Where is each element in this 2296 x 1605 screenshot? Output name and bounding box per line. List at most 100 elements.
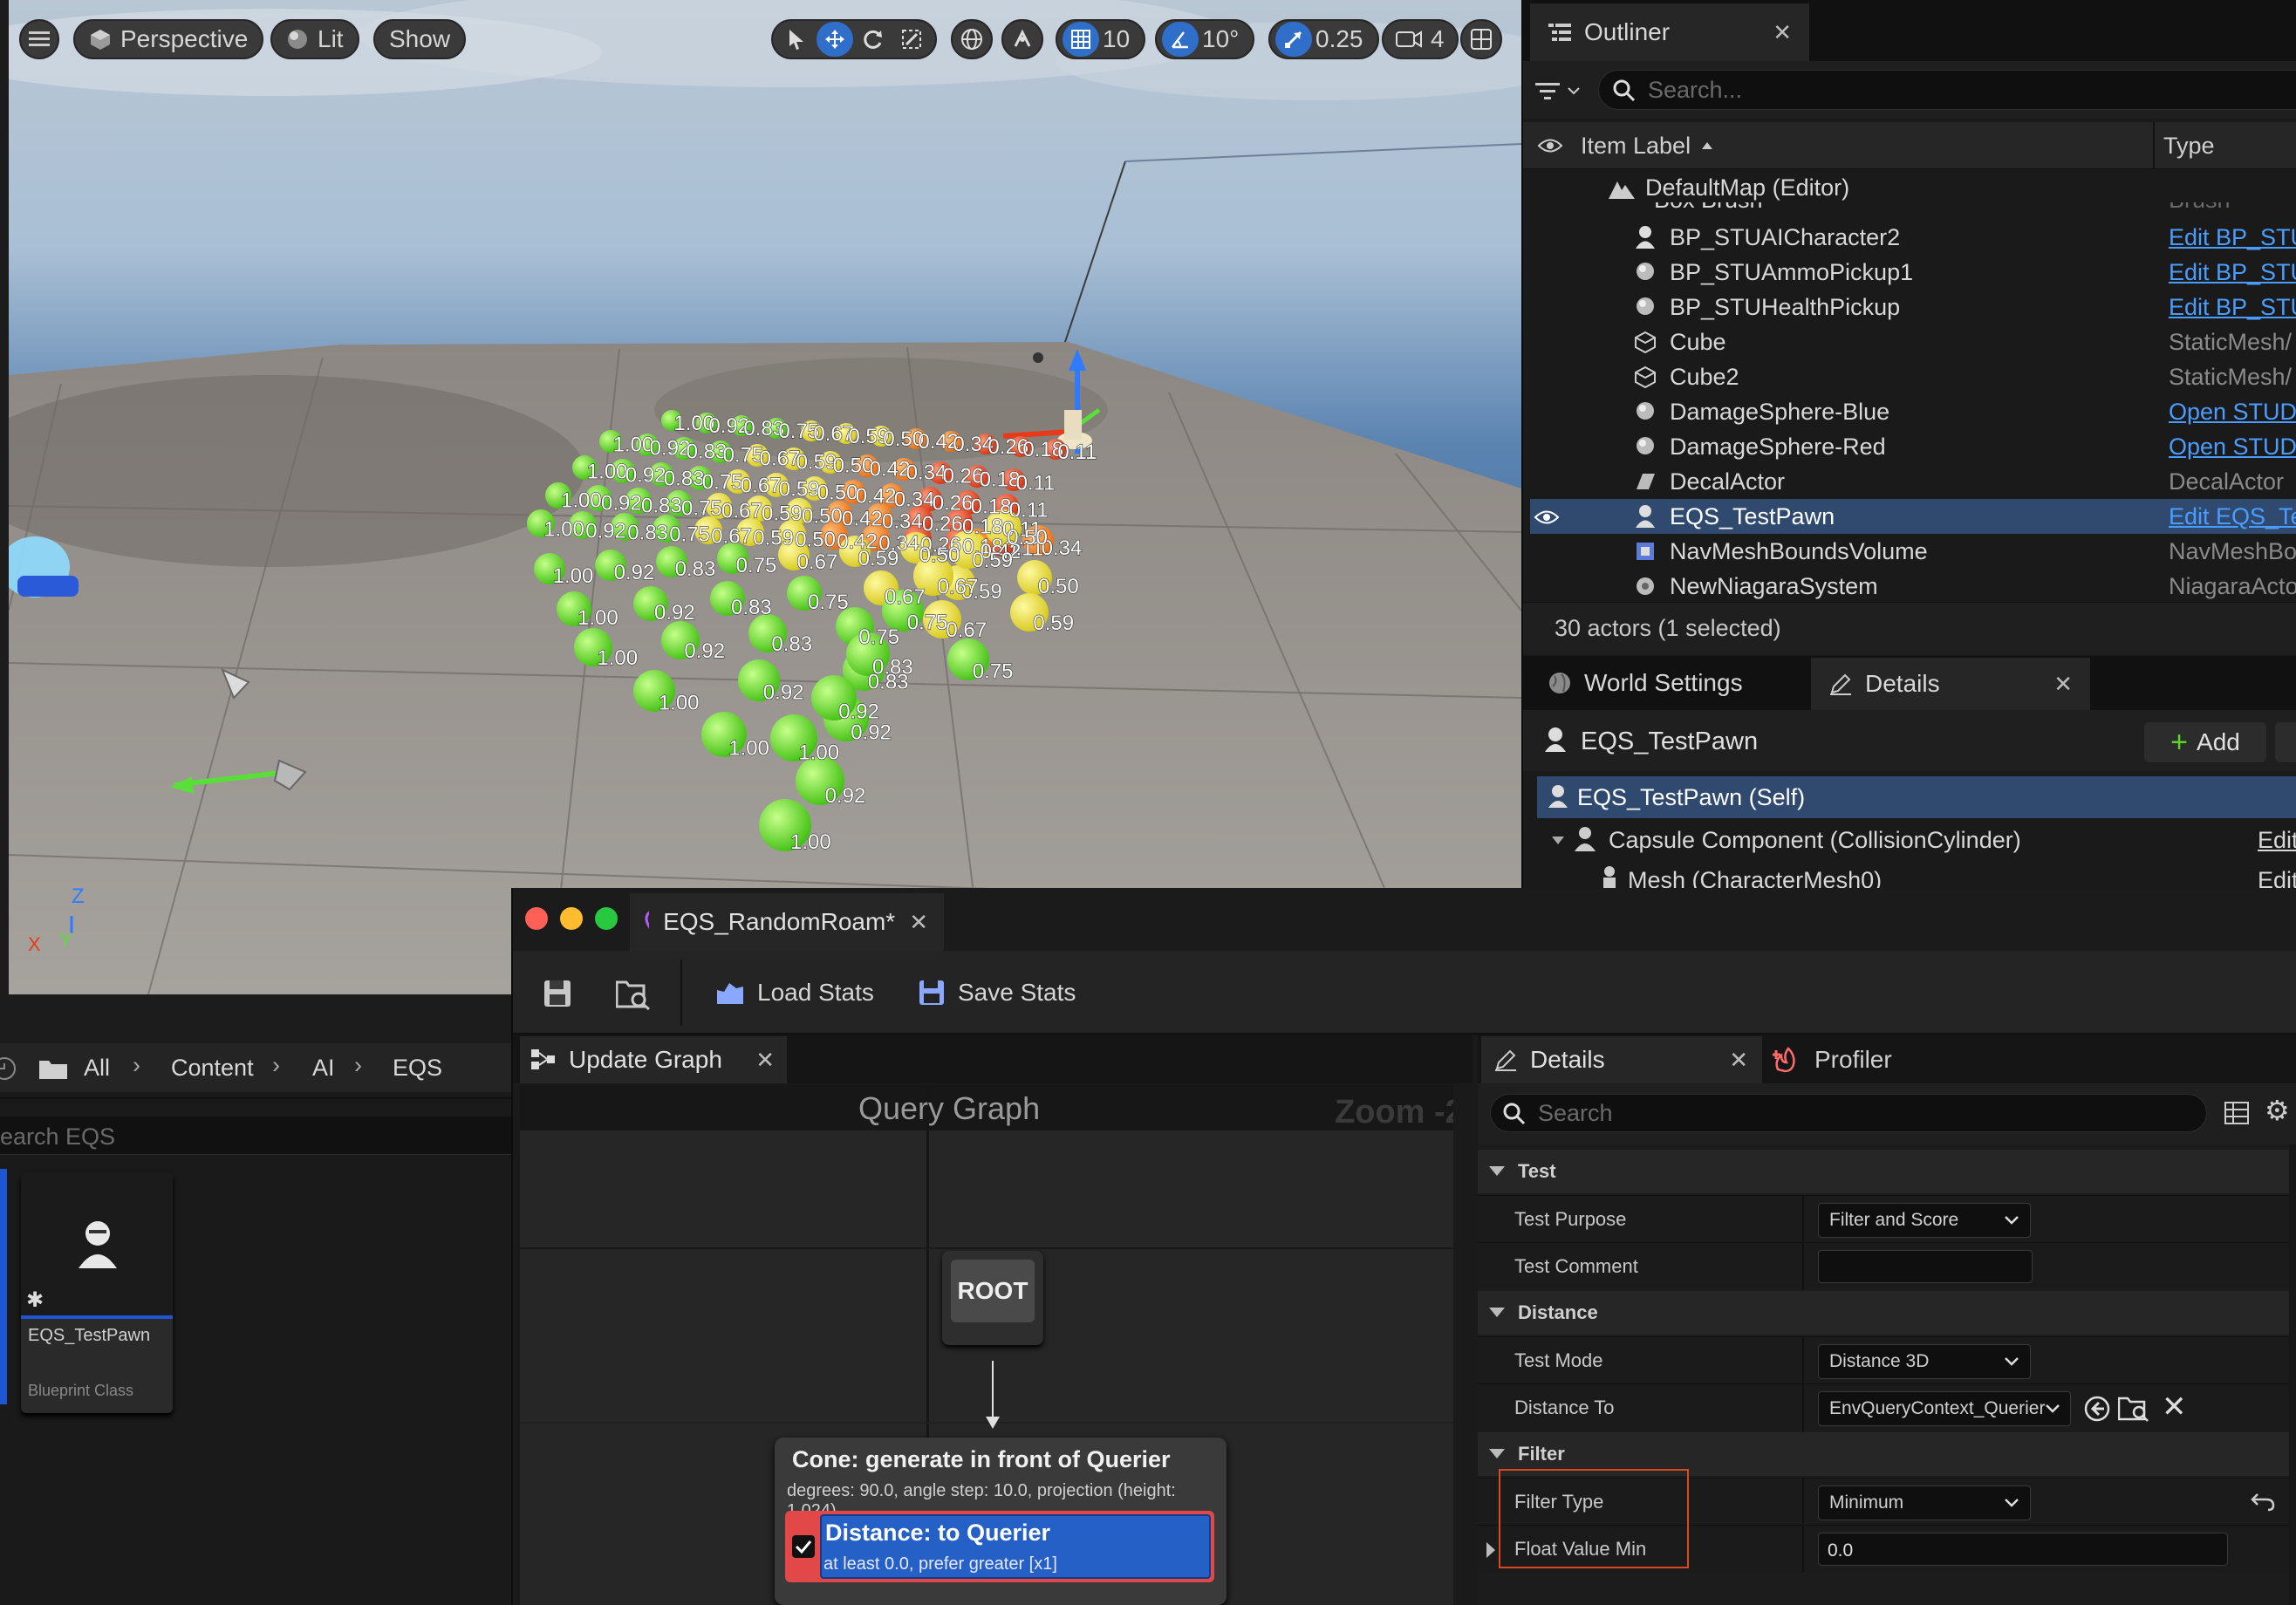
outliner-search-input[interactable]: Search... — [1598, 70, 2296, 110]
outliner-row[interactable]: DamageSphere-Blue Open STUD — [1523, 394, 2296, 429]
section-test[interactable]: Test — [1478, 1150, 2296, 1193]
chevron-down-icon[interactable] — [1551, 836, 1565, 846]
outliner-item-type[interactable]: Open STUD — [2169, 399, 2296, 426]
outliner-item-type[interactable]: Edit BP_STU — [2169, 224, 2296, 251]
table-view-icon[interactable] — [2224, 1101, 2251, 1125]
tab-update-graph[interactable]: Update Graph ✕ — [520, 1036, 787, 1083]
save-icon[interactable] — [543, 979, 572, 1008]
outliner-row[interactable]: NavMeshBoundsVolume NavMeshBo — [1523, 534, 2296, 569]
outliner-row[interactable]: BP_STUHealthPickup Edit BP_STU — [1523, 290, 2296, 324]
level-viewport[interactable]: 1.00 0.92 0.83 0.75 0.67 0.59 0.50 0.42 0.34 0.26… — [0, 0, 1521, 994]
test-mode-dropdown[interactable]: Distance 3D — [1818, 1344, 2031, 1379]
root-node[interactable]: ROOT — [942, 1251, 1043, 1345]
add-component-button[interactable]: + Add — [2144, 722, 2266, 762]
use-selected-icon[interactable] — [2083, 1395, 2111, 1423]
test-purpose-dropdown[interactable]: Filter and Score — [1818, 1203, 2031, 1238]
rotation-snap-toggle[interactable] — [1162, 22, 1199, 57]
grid-snap-toggle[interactable] — [1063, 22, 1099, 57]
outliner-item-type[interactable]: Edit BP_STU — [2169, 259, 2296, 286]
chevron-right-icon[interactable] — [1485, 1541, 1497, 1559]
tab-eqs-randomroam[interactable]: EQS_RandomRoam* ✕ — [630, 893, 944, 951]
outliner-row[interactable]: BP_STUAmmoPickup1 Edit BP_STU — [1523, 255, 2296, 290]
col-type[interactable]: Type — [2163, 133, 2215, 160]
component-row-self[interactable]: EQS_TestPawn (Self) — [1537, 776, 2296, 818]
viewport-scene[interactable]: 1.000.920.830.750.670.590.500.420.340.26… — [9, 0, 1521, 994]
float-min-input[interactable]: 0.0 — [1818, 1533, 2228, 1566]
col-item-label[interactable]: Item Label — [1581, 133, 1691, 160]
test-comment-input[interactable] — [1818, 1250, 2033, 1283]
scale-snap-group[interactable]: 0.25 — [1268, 19, 1379, 59]
chevron-down-icon — [2005, 1216, 2019, 1225]
tab-eqs-details[interactable]: Details ✕ — [1481, 1036, 1762, 1083]
viewport-layout-button[interactable] — [1460, 19, 1502, 59]
rotation-snap-group[interactable]: 10° — [1155, 19, 1255, 59]
generator-node[interactable]: Cone: generate in front of Querier degre… — [775, 1438, 1227, 1605]
browse-folder-icon[interactable] — [616, 977, 651, 1010]
eye-icon[interactable] — [1534, 506, 1560, 533]
show-button[interactable]: Show — [373, 19, 467, 59]
outliner-row[interactable]: Cube StaticMesh/ — [1523, 324, 2296, 359]
breadcrumb-eqs[interactable]: EQS — [393, 1055, 442, 1082]
perspective-button[interactable]: Perspective — [73, 19, 264, 59]
gear-icon[interactable]: ⚙ — [2265, 1094, 2290, 1127]
viewport-menu-button[interactable] — [19, 19, 59, 59]
scale-snap-toggle[interactable] — [1275, 22, 1312, 57]
history-icon[interactable] — [0, 1055, 17, 1082]
tab-outliner[interactable]: Outliner ✕ — [1530, 3, 1809, 61]
window-close-button[interactable] — [525, 907, 548, 930]
tab-details[interactable]: Details ✕ — [1811, 658, 2090, 710]
move-arrows-icon — [825, 30, 844, 49]
clear-icon[interactable]: ✕ — [2162, 1390, 2187, 1424]
translate-mode-button[interactable] — [817, 22, 853, 57]
tab-world-settings[interactable]: World Settings — [1530, 658, 1760, 708]
details-search-input[interactable]: Search — [1490, 1094, 2207, 1132]
filter-type-dropdown[interactable]: Minimum — [1818, 1485, 2031, 1520]
cb-search-input[interactable]: earch EQS — [0, 1117, 511, 1155]
close-icon[interactable]: ✕ — [755, 1047, 775, 1074]
section-distance[interactable]: Distance — [1478, 1291, 2296, 1335]
breadcrumb-ai[interactable]: AI — [312, 1055, 335, 1082]
close-icon[interactable]: ✕ — [1773, 19, 1792, 46]
capsule-edit-link[interactable]: Edit — [2258, 827, 2296, 854]
camera-speed-button[interactable]: 4 — [1382, 19, 1459, 59]
query-graph-canvas[interactable]: Query Graph Zoom -2 ROOT Cone: generate … — [520, 1085, 1473, 1605]
scale-mode-button[interactable] — [893, 22, 930, 57]
distance-to-dropdown[interactable]: EnvQueryContext_Querier — [1818, 1391, 2071, 1426]
grid-snap-group[interactable]: 10 — [1056, 19, 1146, 59]
window-minimize-button[interactable] — [560, 907, 583, 930]
save-stats-button[interactable]: Save Stats — [918, 966, 1076, 1019]
lit-button[interactable]: Lit — [270, 19, 359, 59]
breadcrumb-content[interactable]: Content — [171, 1055, 254, 1082]
world-local-toggle[interactable] — [951, 19, 993, 59]
close-icon[interactable]: ✕ — [909, 909, 928, 936]
outliner-row[interactable]: Cube2 StaticMesh/ — [1523, 359, 2296, 394]
reset-to-default-icon[interactable] — [2251, 1491, 2275, 1512]
outliner-row[interactable]: NewNiagaraSystem NiagaraActo — [1523, 569, 2296, 604]
close-icon[interactable]: ✕ — [1729, 1047, 1748, 1074]
test-enabled-checkbox[interactable] — [792, 1535, 815, 1558]
load-stats-button[interactable]: Load Stats — [715, 966, 874, 1019]
filter-button[interactable] — [1535, 73, 1586, 108]
eye-icon[interactable] — [1537, 136, 1563, 155]
outliner-row[interactable]: DecalActor DecalActor — [1523, 464, 2296, 499]
outliner-item-type[interactable]: Edit BP_STU — [2169, 294, 2296, 321]
outliner-row[interactable]: DamageSphere-Red Open STUD — [1523, 429, 2296, 464]
outliner-root-row[interactable]: DefaultMap (Editor) — [1523, 171, 2296, 206]
outliner-row[interactable]: BP_STUAICharacter2 Edit BP_STU — [1523, 220, 2296, 255]
eqs-score-label: 0.92 — [614, 561, 655, 584]
outliner-item-type[interactable]: Edit EQS_Te — [2169, 503, 2296, 530]
blueprint-button[interactable] — [2275, 722, 2296, 762]
test-node[interactable]: Distance: to Querier at least 0.0, prefe… — [785, 1511, 1214, 1582]
surface-snap-toggle[interactable] — [1001, 19, 1043, 59]
outliner-row[interactable]: EQS_TestPawn Edit EQS_Te — [1530, 499, 2296, 534]
window-maximize-button[interactable] — [595, 907, 618, 930]
tab-profiler[interactable]: Profiler — [1773, 1036, 1892, 1083]
breadcrumb-all[interactable]: All — [84, 1055, 110, 1082]
rotate-mode-button[interactable] — [855, 22, 892, 57]
component-row-capsule[interactable]: Capsule Component (CollisionCylinder) Ed… — [1537, 820, 2296, 860]
close-icon[interactable]: ✕ — [2053, 671, 2073, 698]
asset-tile[interactable]: ✱ EQS_TestPawn Blueprint Class — [21, 1172, 173, 1413]
select-mode-button[interactable] — [778, 22, 815, 57]
outliner-item-type[interactable]: Open STUD — [2169, 434, 2296, 461]
browse-folder-icon[interactable] — [2118, 1393, 2149, 1423]
